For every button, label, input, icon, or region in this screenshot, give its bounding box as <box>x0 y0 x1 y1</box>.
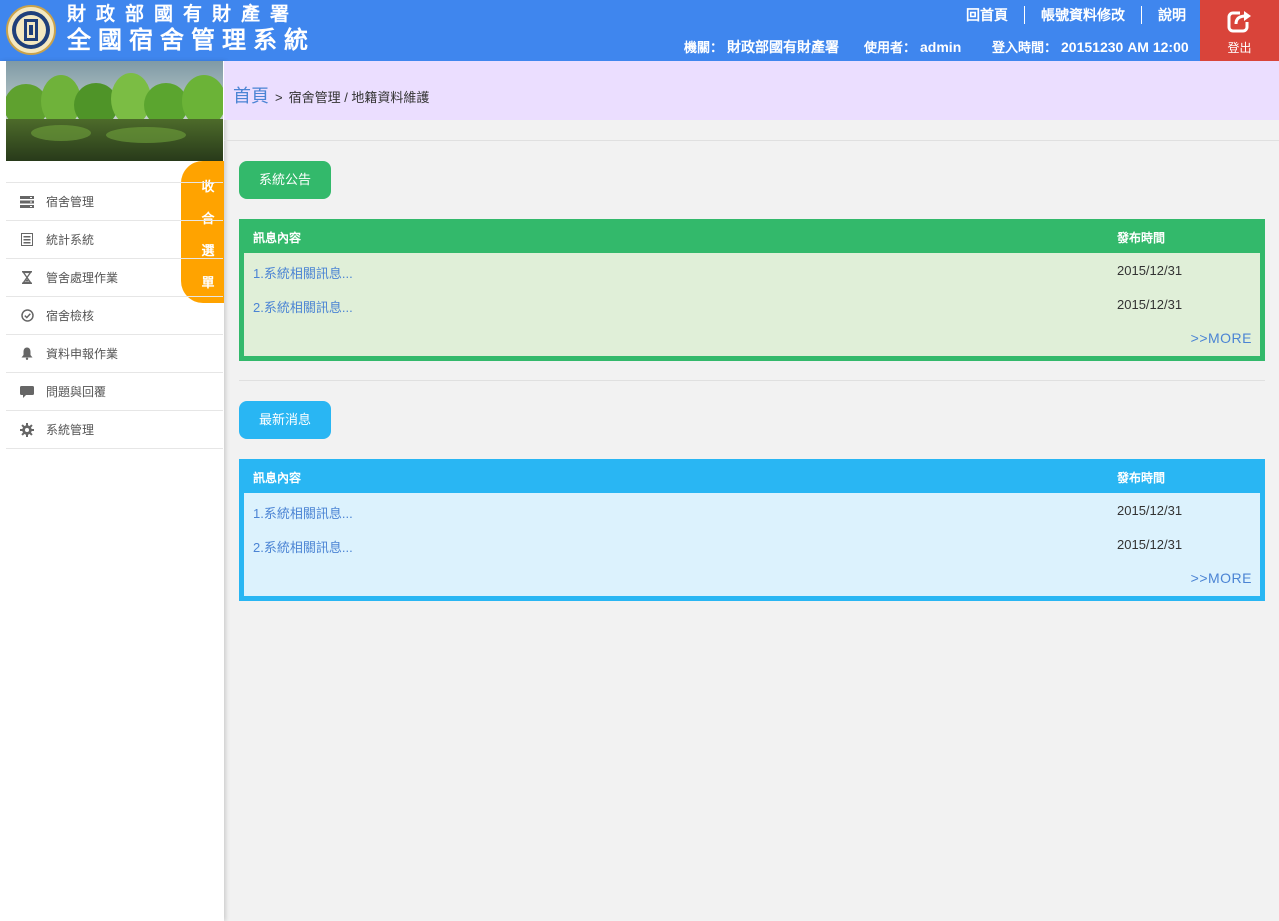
news-table-body: 1.系統相關訊息... 2015/12/31 2.系統相關訊息... 2015/… <box>244 493 1260 596</box>
message-link[interactable]: 1.系統相關訊息... <box>253 263 353 282</box>
user-info: 使用者： admin <box>864 37 961 56</box>
announcement-more-link[interactable]: >>MORE <box>1191 330 1252 346</box>
announcement-table-body: 1.系統相關訊息... 2015/12/31 2.系統相關訊息... 2015/… <box>244 253 1260 356</box>
sidebar-item-system-admin[interactable]: 系統管理 <box>6 411 223 449</box>
message-link[interactable]: 2.系統相關訊息... <box>253 537 353 556</box>
sidebar-item-label: 資料申報作業 <box>46 347 119 361</box>
publish-date: 2015/12/31 <box>1117 297 1183 312</box>
system-name: 全國宿舍管理系統 <box>67 27 315 54</box>
sidebar-item-qa[interactable]: 問題與回覆 <box>6 373 223 411</box>
breadcrumb-path: 宿舍管理 / 地籍資料維護 <box>288 90 430 105</box>
check-circle-icon <box>20 309 34 323</box>
news-panel: 訊息內容 發布時間 1.系統相關訊息... 2015/12/31 2.系統相關訊… <box>239 459 1265 601</box>
sidebar-item-dorm-check[interactable]: 宿舍檢核 <box>6 297 223 335</box>
agency-name: 財政部國有財產署 <box>67 4 300 25</box>
breadcrumb-separator: > <box>275 90 283 105</box>
sidebar-item-label: 問題與回覆 <box>46 385 107 399</box>
sidebar: 收 合 選 單 宿舍管理 統計系統 管舍處理作業 宿舍檢核 資料申報作業 問題與… <box>0 61 224 921</box>
sidebar-item-dormitory-management[interactable]: 宿舍管理 <box>6 183 223 221</box>
hourglass-icon <box>20 271 34 285</box>
logout-button[interactable]: 登出 <box>1200 0 1279 61</box>
agency-info: 機關： 財政部國有財產署 <box>684 37 839 57</box>
table-row: 2.系統相關訊息... 2015/12/31 <box>244 527 1260 561</box>
logout-label: 登出 <box>1227 41 1252 55</box>
login-time-info: 登入時間： 20151230 AM 12:00 <box>992 37 1189 56</box>
column-header-content: 訊息內容 <box>253 471 302 485</box>
column-header-content: 訊息內容 <box>253 231 302 245</box>
sidebar-menu: 宿舍管理 統計系統 管舍處理作業 宿舍檢核 資料申報作業 問題與回覆 系統管理 <box>6 182 223 449</box>
table-row: 1.系統相關訊息... 2015/12/31 <box>244 253 1260 287</box>
bell-icon <box>20 347 34 361</box>
table-row: 1.系統相關訊息... 2015/12/31 <box>244 493 1260 527</box>
sidebar-item-label: 宿舍管理 <box>46 195 95 209</box>
message-link[interactable]: 2.系統相關訊息... <box>253 297 353 316</box>
home-link[interactable]: 回首頁 <box>950 6 1024 24</box>
system-title: 財政部國有財產署 全國宿舍管理系統 <box>67 3 315 55</box>
agency-seal-logo <box>6 5 56 55</box>
news-more-link[interactable]: >>MORE <box>1191 570 1252 586</box>
message-link[interactable]: 1.系統相關訊息... <box>253 503 353 522</box>
comment-icon <box>20 385 34 399</box>
column-header-time: 發布時間 <box>1117 471 1166 485</box>
divider <box>239 380 1265 381</box>
lake-banner-image <box>6 61 223 161</box>
sidebar-item-label: 統計系統 <box>46 233 95 247</box>
logout-icon <box>1227 10 1252 33</box>
system-announcement-button[interactable]: 系統公告 <box>239 161 331 199</box>
table-row: 2.系統相關訊息... 2015/12/31 <box>244 287 1260 321</box>
agency-value: 財政部國有財產署 <box>727 39 840 55</box>
breadcrumb-bar: 首頁 > 宿舍管理 / 地籍資料維護 <box>224 61 1279 120</box>
publish-date: 2015/12/31 <box>1117 503 1183 518</box>
top-header: 財政部國有財產署 全國宿舍管理系統 回首頁 帳號資料修改 說明 機關： 財政部國有… <box>0 0 1279 61</box>
announcement-panel: 訊息內容 發布時間 1.系統相關訊息... 2015/12/31 2.系統相關訊… <box>239 219 1265 361</box>
sidebar-item-label: 管舍處理作業 <box>46 271 119 285</box>
user-value: admin <box>920 39 962 55</box>
sidebar-item-data-report[interactable]: 資料申報作業 <box>6 335 223 373</box>
divider <box>224 140 1279 141</box>
breadcrumb: 首頁 > 宿舍管理 / 地籍資料維護 <box>233 82 429 108</box>
sidebar-item-statistics[interactable]: 統計系統 <box>6 221 223 259</box>
sidebar-item-label: 系統管理 <box>46 423 95 437</box>
latest-news-button[interactable]: 最新消息 <box>239 401 331 439</box>
sidebar-item-dorm-processing[interactable]: 管舍處理作業 <box>6 259 223 297</box>
gear-icon <box>20 422 34 437</box>
server-icon <box>20 195 34 209</box>
login-time-value: 20151230 AM 12:00 <box>1061 39 1189 55</box>
publish-date: 2015/12/31 <box>1117 537 1183 552</box>
breadcrumb-home-link[interactable]: 首頁 <box>233 86 269 106</box>
account-edit-link[interactable]: 帳號資料修改 <box>1024 6 1141 24</box>
news-table-header: 訊息內容 發布時間 <box>239 459 1265 493</box>
top-links: 回首頁 帳號資料修改 說明 <box>950 6 1186 24</box>
column-header-time: 發布時間 <box>1117 231 1166 245</box>
announcement-table-header: 訊息內容 發布時間 <box>239 219 1265 253</box>
sidebar-item-label: 宿舍檢核 <box>46 309 95 323</box>
agency-label: 機關： <box>684 40 724 55</box>
login-time-label: 登入時間： <box>992 40 1058 55</box>
user-label: 使用者： <box>864 40 917 55</box>
publish-date: 2015/12/31 <box>1117 263 1183 278</box>
help-link[interactable]: 說明 <box>1141 6 1186 24</box>
list-icon <box>20 233 34 247</box>
